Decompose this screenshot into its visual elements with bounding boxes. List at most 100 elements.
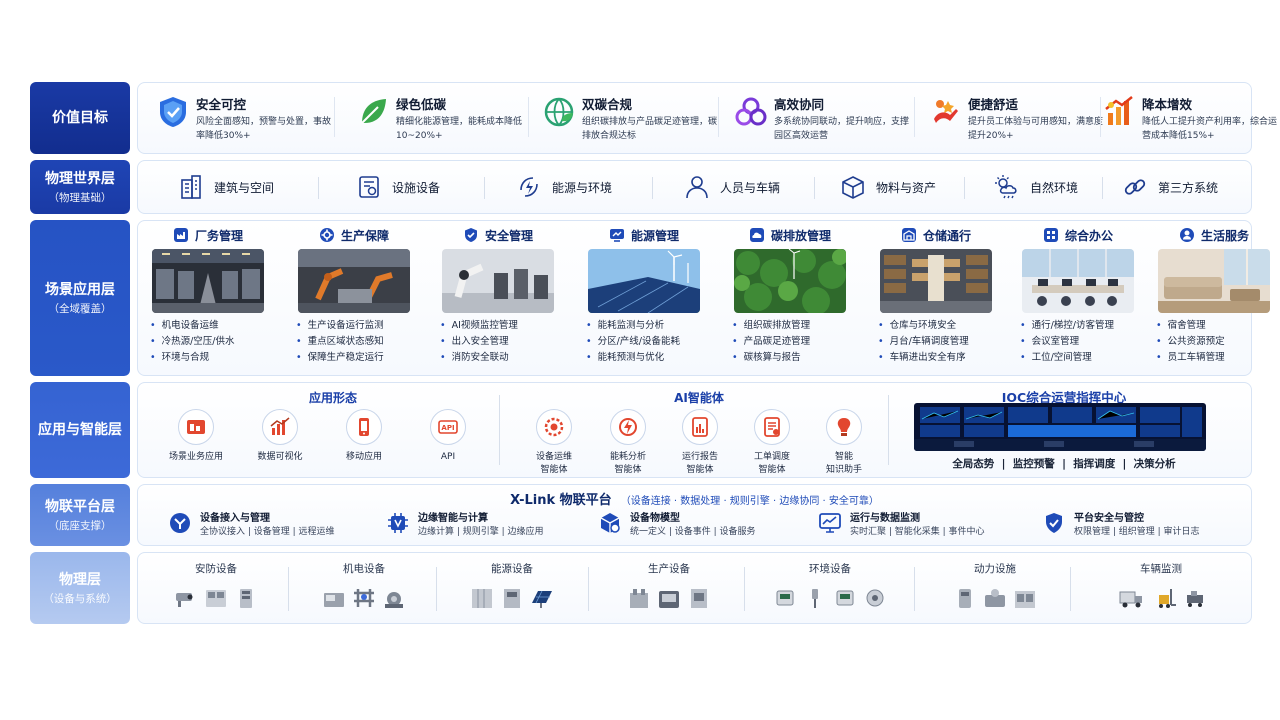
value-goal-desc: 降低人工提升资产利用率，综合运营成本降低15%+ [1142, 117, 1278, 141]
scenario-title: 综合办公 [1064, 228, 1113, 243]
scenario-panel: 厂务管理 机电设备运维冷热源/空压/供水环境与合规 生产保障 生产设备运行监测重… [137, 220, 1270, 376]
iot-feature-title: 平台安全与管控 [1074, 513, 1144, 524]
ai-agents-title: AI智能体 [674, 391, 724, 405]
app-form-label: 场景业务应用 [168, 452, 223, 462]
ai-agent-item: 能耗分析 智能体 [596, 409, 660, 477]
chiller-icon [1015, 591, 1035, 608]
divider [528, 97, 529, 137]
env-sensor-icon [776, 590, 794, 606]
list-item: 通行/梯控/访客管理 [1020, 318, 1114, 334]
value-goal-item: 双碳合规 组织碳排放与产品碳足迹管理，碳排放合规达标 [542, 91, 717, 147]
device-group-label: 车辆监测 [1140, 563, 1182, 575]
physical-world-panel: 建筑与空间 设施设备 能源与环境 人员与车辆 物料与资产 自然环境 第三方系统 [137, 160, 1252, 214]
scenario-title: 安全管理 [484, 228, 533, 243]
cost-down-icon [1105, 96, 1133, 125]
ai-agent-label: 设备运维 智能体 [535, 452, 572, 475]
iot-platform-layer: 物联平台层 （底座支撑） X-Link 物联平台 （设备连接 · 数据处理 · … [30, 484, 1252, 546]
list-item: 仓库与环境安全 [878, 318, 969, 334]
scenario-title: 生活服务 [1200, 228, 1249, 243]
divider [888, 395, 889, 465]
divider [964, 177, 965, 199]
list-item: 生产设备运行监测 [296, 318, 384, 334]
value-goal-desc: 风险全面感知，预警与处置，事故率降低30%+ [196, 117, 332, 141]
pipe-rack-icon [354, 589, 374, 607]
generator-icon [324, 593, 344, 607]
list-item: AI视频监控管理 [440, 318, 518, 334]
person-icon [686, 176, 708, 199]
globe-leaf-icon [544, 97, 574, 127]
smoke-detector-icon [866, 589, 884, 607]
service-icon [1179, 228, 1194, 242]
building-icon [181, 175, 201, 199]
layer-title: 物理世界层 [45, 170, 115, 187]
svg-text:API: API [441, 424, 454, 432]
value-goal-title: 双碳合规 [582, 97, 633, 112]
ioc-functions: 全局态势 | 监控预警 | 指挥调度 | 决策分析 [952, 458, 1176, 470]
app-form-item: 移动应用 [332, 409, 396, 464]
ops-gear-icon [544, 417, 564, 437]
app-form-label: 数据可视化 [257, 452, 303, 462]
device-group: 能源设备 [442, 553, 582, 625]
truck-icon [1119, 591, 1142, 608]
device-group: 生产设备 [594, 553, 744, 625]
robot-line-image [298, 249, 410, 313]
list-item: 宿舍管理 [1156, 318, 1225, 334]
layer-subtitle: （底座支撑） [48, 519, 112, 532]
device-group: 机电设备 [294, 553, 434, 625]
layer-label-iot: 物联平台层 （底座支撑） [30, 484, 130, 546]
list-item: 能耗监测与分析 [586, 318, 680, 334]
value-goal-item: 降本增效 降低人工提升资产利用率，综合运营成本降低15%+ [1102, 91, 1277, 147]
physical-world-label: 第三方系统 [1158, 180, 1219, 195]
ai-agent-label: 工单调度 智能体 [753, 452, 790, 475]
device-group-label: 环境设备 [809, 563, 851, 575]
divider [652, 177, 653, 199]
cnc-icon [659, 591, 679, 608]
bulb-icon [837, 418, 851, 436]
list-item: 重点区域状态感知 [296, 334, 384, 350]
physical-world-label: 设施设备 [392, 180, 441, 195]
data-monitor-icon [819, 513, 841, 533]
facility-icon [359, 176, 379, 198]
edge-chip-icon [388, 513, 408, 533]
list-item: 员工车辆管理 [1156, 350, 1225, 366]
divider [436, 567, 437, 611]
scenario-list: 仓库与环境安全月台/车辆调度管理车辆进出安全有序 [878, 318, 969, 366]
forklift-icon [1159, 589, 1176, 608]
ai-agent-item: 运行报告 智能体 [668, 409, 732, 477]
boiler-icon [959, 589, 971, 608]
device-group: 环境设备 [750, 553, 910, 625]
box-icon [842, 176, 864, 199]
iot-panel: X-Link 物联平台 （设备连接 · 数据处理 · 规则引擎 · 边缘协同 ·… [137, 484, 1252, 546]
physical-world-label: 人员与车辆 [720, 180, 781, 195]
list-item: 环境与合规 [150, 350, 235, 366]
divider [744, 567, 745, 611]
list-item: 碳核算与报告 [732, 350, 810, 366]
iot-feature-title: 边缘智能与计算 [418, 513, 488, 524]
layer-title: 物联平台层 [45, 498, 115, 515]
solar-wind-image [588, 249, 700, 313]
layer-title: 物理层 [59, 571, 101, 588]
office-icon [1043, 228, 1058, 242]
physical-world-item: 设施设备 [356, 161, 440, 213]
app-intel-panel: 应用形态 场景业务应用 数据可视化 移动应用 API API AI智能体 设备运维… [137, 382, 1252, 478]
value-goal-title: 降本增效 [1142, 97, 1193, 112]
shield-icon [160, 97, 186, 127]
solar-panel-icon [532, 590, 552, 608]
collaboration-icon [735, 97, 767, 126]
iot-feature-title: 设备物模型 [630, 513, 680, 524]
iot-feature-desc: 实时汇聚 | 智能化采集 | 事件中心 [850, 527, 985, 537]
physical-world-item: 自然环境 [994, 161, 1078, 213]
forest-image [734, 249, 846, 313]
physical-world-item: 第三方系统 [1122, 161, 1218, 213]
layer-title: 价值目标 [52, 110, 108, 126]
lounge-image [1158, 249, 1270, 313]
iot-header: X-Link 物联平台 （设备连接 · 数据处理 · 规则引擎 · 边缘协同 ·… [138, 489, 1251, 508]
value-goal-title: 高效协同 [774, 97, 825, 112]
list-item: 保障生产稳定运行 [296, 350, 384, 366]
list-item: 车辆进出安全有序 [878, 350, 969, 366]
list-item: 产品碳足迹管理 [732, 334, 811, 350]
ai-agent-label: 能耗分析 智能体 [609, 452, 646, 475]
value-goal-item: 便捷舒适 提升员工体验与可用感知，满意度提升20%+ [928, 91, 1103, 147]
ai-agent-item: 设备运维 智能体 [522, 409, 586, 477]
layer-label-app-intel: 应用与智能层 [30, 382, 130, 478]
